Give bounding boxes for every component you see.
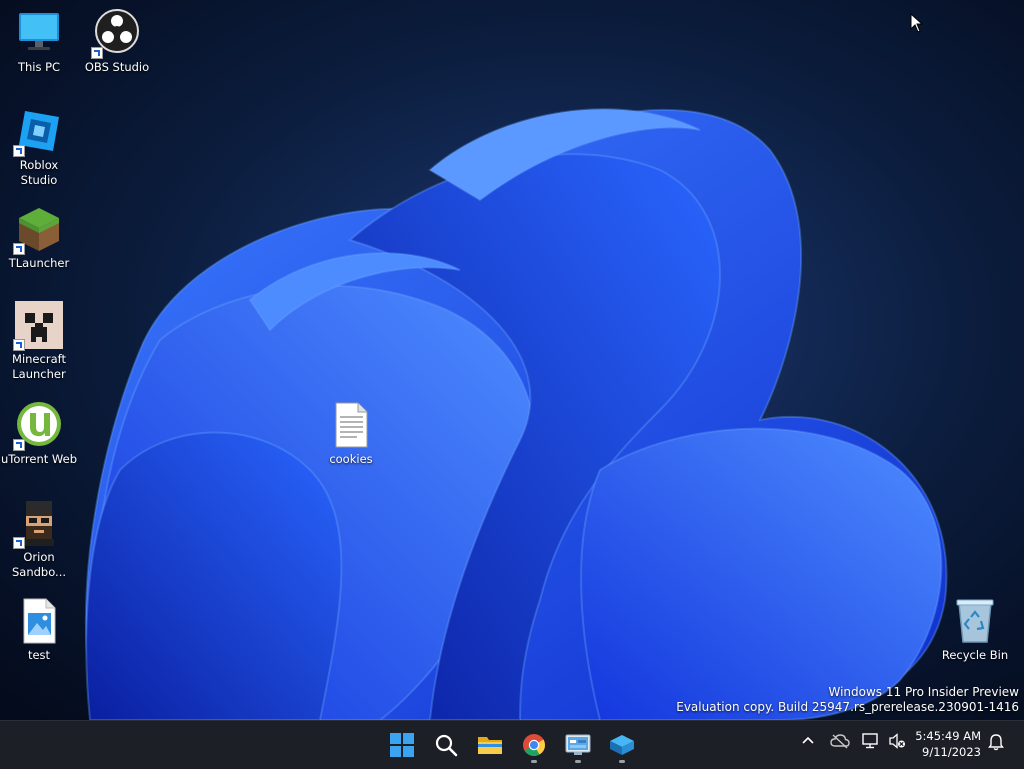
search-button[interactable]: [427, 726, 465, 764]
desktop-icon-label: uTorrent Web: [1, 452, 77, 466]
mouse-cursor-icon: [910, 13, 924, 33]
grass-block-icon: [13, 205, 63, 255]
show-hidden-icons-button[interactable]: [800, 733, 816, 753]
notifications-button[interactable]: [988, 733, 1004, 755]
chrome-icon: [523, 734, 545, 756]
running-indicator: [531, 760, 537, 763]
desktop-icon-label: OBS Studio: [84, 60, 150, 74]
desktop-icon-label: Recycle Bin: [941, 648, 1009, 662]
desktop-icon-this-pc[interactable]: This PC: [1, 9, 77, 75]
desktop-icon-label: test: [27, 648, 51, 662]
bell-icon: [988, 734, 1004, 751]
shortcut-arrow-icon: [13, 339, 25, 351]
desktop-icon-tlauncher[interactable]: TLauncher: [1, 205, 77, 271]
network-tray-button[interactable]: [862, 733, 880, 753]
desktop-icon-label: TLauncher: [8, 256, 70, 270]
shortcut-arrow-icon: [13, 439, 25, 451]
evaluation-watermark: Windows 11 Pro Insider Preview Evaluatio…: [676, 685, 1019, 715]
app-cube-icon: [610, 735, 634, 755]
obs-icon: [91, 9, 141, 59]
desktop-icon-test[interactable]: test: [1, 597, 77, 663]
clock-time: 5:45:49 AM: [915, 729, 981, 743]
desktop-icon-label: Roblox Studio: [19, 158, 59, 187]
monitor-icon: [15, 9, 63, 57]
running-indicator: [575, 760, 581, 763]
chrome-button[interactable]: [515, 726, 553, 764]
chevron-up-icon: [802, 736, 814, 744]
desktop-icon-orion-sandbox[interactable]: Orion Sandbo...: [1, 499, 77, 580]
desktop-icon-obs-studio[interactable]: OBS Studio: [79, 9, 155, 75]
shortcut-arrow-icon: [13, 243, 25, 255]
search-icon: [435, 734, 458, 757]
file-explorer-icon: [478, 737, 502, 754]
watermark-line-1: Windows 11 Pro Insider Preview: [828, 685, 1019, 699]
desktop-icon-utorrent-web[interactable]: uTorrent Web: [1, 401, 77, 467]
desktop-icon-label: This PC: [17, 60, 61, 74]
wallpaper: [0, 0, 1024, 720]
desktop-icon-cookies[interactable]: cookies: [313, 401, 389, 467]
control-panel-button[interactable]: [559, 726, 597, 764]
cloud-offline-icon: [830, 734, 850, 749]
shortcut-arrow-icon: [13, 145, 25, 157]
text-file-icon: [327, 401, 375, 449]
desktop-icon-roblox-studio[interactable]: Roblox Studio: [1, 107, 77, 188]
creeper-icon: [13, 301, 63, 351]
clock-date: 9/11/2023: [922, 745, 981, 759]
windows-start-icon: [390, 733, 414, 757]
desktop-icon-label: Minecraft Launcher: [12, 352, 66, 381]
utorrent-icon: [13, 401, 63, 451]
network-monitor-icon: [862, 733, 878, 749]
recycle-bin-icon: [951, 597, 999, 645]
clock-button[interactable]: 5:45:49 AM 9/11/2023: [915, 728, 981, 760]
desktop-icon-label: cookies: [329, 452, 373, 466]
desktop-icon-recycle-bin[interactable]: Recycle Bin: [937, 597, 1013, 663]
start-button[interactable]: [383, 726, 421, 764]
shortcut-arrow-icon: [91, 47, 103, 59]
shortcut-arrow-icon: [13, 537, 25, 549]
control-panel-icon: [565, 734, 591, 755]
volume-tray-button[interactable]: [888, 733, 906, 753]
file-explorer-button[interactable]: [471, 726, 509, 764]
desktop-icon-label: Orion Sandbo...: [11, 550, 67, 579]
onedrive-tray-button[interactable]: [830, 733, 850, 753]
image-file-icon: [15, 597, 63, 645]
desktop-icon-minecraft-launcher[interactable]: Minecraft Launcher: [1, 301, 77, 382]
app-cube-button[interactable]: [603, 726, 641, 764]
orion-sandbox-icon: [13, 499, 63, 549]
watermark-line-2: Evaluation copy. Build 25947.rs_prerelea…: [676, 700, 1019, 714]
roblox-studio-icon: [13, 107, 63, 157]
taskbar: 5:45:49 AM 9/11/2023: [0, 720, 1024, 769]
speaker-muted-icon: [889, 733, 905, 749]
running-indicator: [619, 760, 625, 763]
